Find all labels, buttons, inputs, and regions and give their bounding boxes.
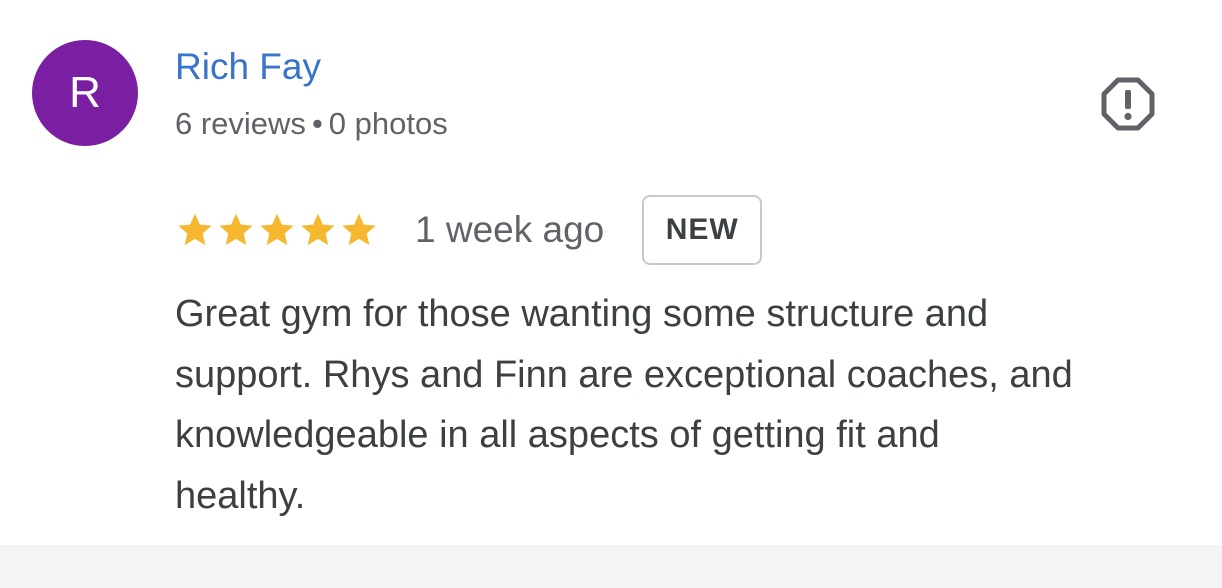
- avatar-initial: R: [69, 68, 101, 117]
- star-icon: [178, 213, 212, 246]
- star-icon: [260, 213, 294, 246]
- avatar[interactable]: R: [32, 40, 138, 146]
- review-text-line: healthy.: [175, 474, 306, 517]
- star-icon: [219, 213, 253, 246]
- review-text-line: support. Rhys and Finn are exceptional c…: [175, 353, 1073, 396]
- report-button[interactable]: [1098, 74, 1158, 134]
- reviews-count: 6 reviews: [175, 106, 306, 141]
- new-badge: NEW: [642, 195, 763, 265]
- review-text-line: Great gym for those wanting some structu…: [175, 293, 989, 335]
- review-text-line: knowledgeable in all aspects of getting …: [175, 414, 940, 456]
- report-octagon-icon: [1101, 77, 1155, 131]
- meta-separator: •: [311, 106, 323, 141]
- photos-count: 0 photos: [328, 106, 448, 141]
- rating-row: 1 week ago NEW: [175, 194, 763, 266]
- review-time: 1 week ago: [415, 209, 605, 250]
- star-rating: [175, 210, 379, 250]
- review-card: R Rich Fay 6 reviews • 0 photos 1 week ago…: [0, 0, 1222, 545]
- star-icon: [342, 213, 376, 246]
- bottom-divider-area: [0, 545, 1222, 588]
- review-text: Great gym for those wanting some structu…: [175, 284, 1195, 526]
- author-meta: 6 reviews • 0 photos: [175, 106, 448, 142]
- author-name[interactable]: Rich Fay: [175, 46, 321, 88]
- star-icon: [301, 213, 335, 246]
